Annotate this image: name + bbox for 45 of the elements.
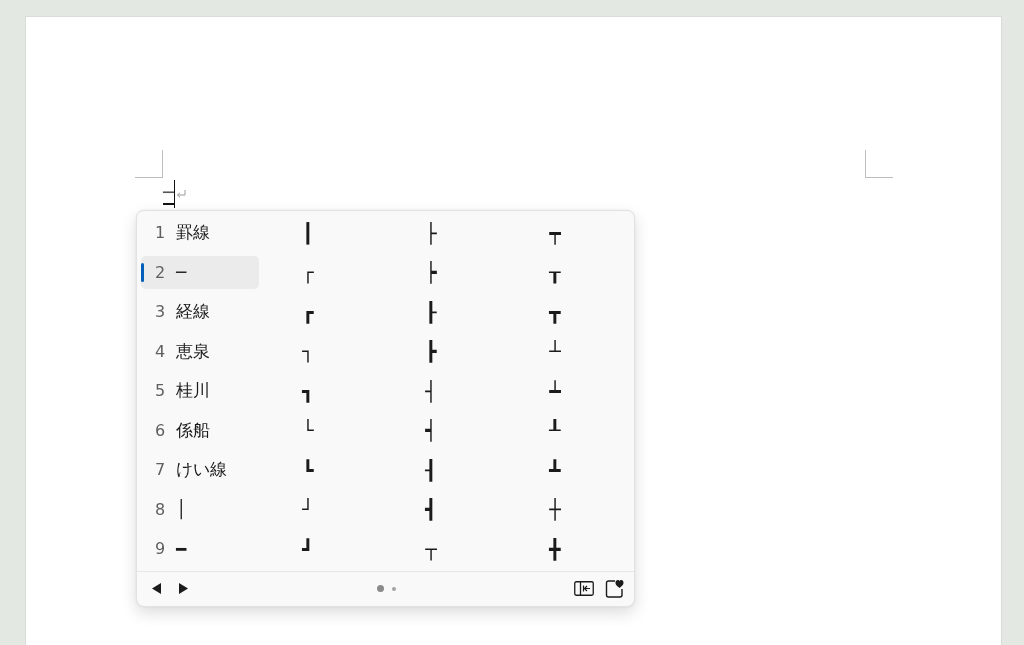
candidate-item[interactable]: 8 │	[141, 492, 259, 526]
candidate-item[interactable]: ┌	[298, 261, 318, 284]
candidate-item[interactable]: ┨	[421, 458, 441, 481]
candidate-item[interactable]: ┛	[298, 537, 318, 560]
candidate-item[interactable]: ┰	[545, 261, 565, 284]
candidate-item[interactable]: 9 ━	[141, 532, 259, 566]
candidate-item[interactable]: ┥	[421, 419, 441, 442]
text-cursor	[174, 180, 176, 208]
candidate-item[interactable]: ┘	[298, 498, 318, 521]
candidate-item[interactable]: 4 恵泉	[141, 334, 259, 368]
candidate-item[interactable]: 5 桂川	[141, 374, 259, 408]
candidate-item[interactable]: ┳	[545, 300, 565, 323]
candidate-item[interactable]: 3 経線	[141, 295, 259, 329]
candidate-item[interactable]: ┠	[421, 300, 441, 323]
heart-square-icon	[605, 579, 624, 598]
candidate-item[interactable]: ┃	[298, 221, 318, 244]
candidate-item[interactable]: ┸	[545, 419, 565, 442]
candidate-item[interactable]: ┯	[545, 221, 565, 244]
paragraph-mark-icon	[176, 190, 187, 198]
candidate-item[interactable]: ┬	[421, 537, 441, 560]
candidate-item[interactable]: 6 係船	[141, 413, 259, 447]
corner-mark	[135, 150, 163, 178]
candidate-item[interactable]: ┷	[545, 379, 565, 402]
candidate-item[interactable]: 7 けい線	[141, 453, 259, 487]
corner-mark	[865, 150, 893, 178]
candidate-item[interactable]: ┓	[298, 379, 318, 402]
candidate-item[interactable]: 1 罫線	[141, 216, 259, 250]
candidate-item[interactable]: ┗	[298, 458, 318, 481]
candidate-item[interactable]: ┴	[545, 340, 565, 363]
candidate-item[interactable]: ┣	[421, 340, 441, 363]
candidate-item[interactable]: ┐	[298, 340, 318, 363]
left-triangle-icon	[152, 583, 161, 594]
candidate-item[interactable]: 2 ─	[141, 255, 259, 289]
candidate-item[interactable]: ┤	[421, 379, 441, 402]
candidate-item[interactable]: ┫	[421, 498, 441, 521]
panel-toggle-button[interactable]	[573, 579, 595, 598]
candidate-item[interactable]: ┏	[298, 300, 318, 323]
candidate-item[interactable]: ╋	[545, 537, 565, 560]
candidate-item[interactable]: ┻	[545, 458, 565, 481]
candidate-item[interactable]: └	[298, 419, 318, 442]
candidate-item[interactable]: ├	[421, 221, 441, 244]
emoji-button[interactable]	[604, 577, 625, 600]
right-triangle-icon	[179, 583, 188, 594]
candidate-item[interactable]: ┝	[421, 261, 441, 284]
candidate-item[interactable]: ┼	[545, 498, 565, 521]
